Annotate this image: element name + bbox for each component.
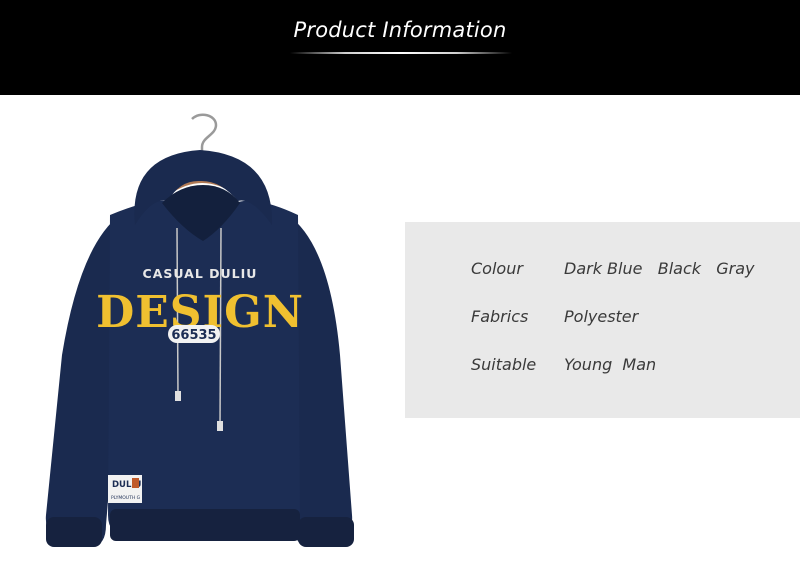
info-label: Suitable [471, 355, 537, 374]
info-value: Young Man [564, 355, 657, 374]
info-label: Fabrics [471, 307, 529, 326]
info-row-fabrics: Fabrics Polyester [405, 307, 800, 331]
badge-line3: PLYMOUTH G [111, 495, 141, 501]
info-row-colour: Colour Dark Blue Black Gray [405, 259, 800, 283]
info-label: Colour [471, 259, 523, 278]
hoodie-product-image: CASUAL DULIU DESIGN 66535 DULIU PLYMOUTH… [45, 113, 354, 547]
info-value: Polyester [564, 307, 639, 326]
info-row-suitable: Suitable Young Man [405, 355, 800, 379]
header-banner: Product Information [0, 0, 800, 95]
print-line1: CASUAL DULIU [143, 266, 258, 281]
product-info-panel: Colour Dark Blue Black Gray Fabrics Poly… [405, 222, 800, 418]
print-number: 66535 [171, 328, 216, 343]
title-underline [290, 52, 512, 54]
page-title: Product Information [293, 18, 507, 42]
info-value: Dark Blue Black Gray [564, 259, 755, 278]
